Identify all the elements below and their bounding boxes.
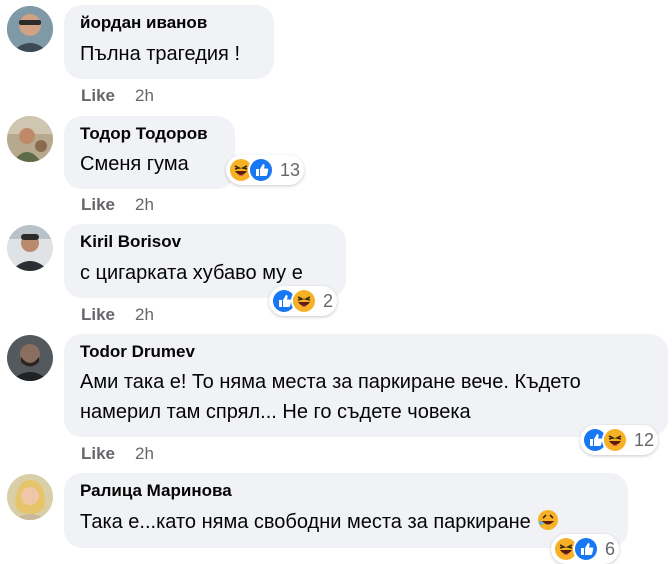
reaction-count: 6 (605, 538, 616, 559)
comment-text: с цигарката хубаво му е (80, 262, 303, 284)
reaction-count: 2 (323, 290, 334, 311)
comment-bubble: йордан иванов Пълна трагедия ! (64, 5, 274, 79)
comment-bubble: Ралица Маринова Така е...като няма свобо… (64, 473, 628, 548)
reactions-summary[interactable]: 13 (226, 155, 305, 185)
avatar[interactable] (7, 116, 53, 162)
comment-text-content: Така е...като няма свободни места за пар… (80, 511, 531, 533)
comment-bubble: Todor Drumev Ами така е! То няма места з… (64, 334, 668, 437)
comment-text: Сменя гума (80, 153, 189, 175)
comment-actions: Like 2h (81, 195, 154, 215)
comment-text: намерил там спрял... Не го съдете човека (80, 401, 471, 423)
reactions-summary[interactable]: 12 (580, 425, 659, 455)
haha-icon (602, 427, 628, 453)
reaction-count: 13 (280, 159, 301, 180)
avatar[interactable] (7, 474, 53, 520)
like-icon (573, 536, 599, 562)
like-button[interactable]: Like (81, 444, 115, 463)
comment-actions: Like 2h (81, 444, 154, 464)
reaction-count: 12 (634, 429, 655, 450)
comment-text: Така е...като няма свободни места за пар… (80, 507, 559, 537)
comment-text: Пълна трагедия ! (80, 43, 240, 65)
comment-author[interactable]: Тодор Тодоров (80, 124, 208, 144)
comment-actions: Like 2h (81, 86, 154, 106)
like-button[interactable]: Like (81, 305, 115, 324)
haha-icon (291, 288, 317, 314)
comment-author[interactable]: йордан иванов (80, 13, 207, 33)
comment-author[interactable]: Todor Drumev (80, 342, 195, 362)
reactions-summary[interactable]: 2 (269, 286, 338, 316)
rofl-emoji-icon (537, 510, 558, 530)
timestamp[interactable]: 2h (135, 195, 154, 214)
reactions-summary[interactable]: 6 (551, 534, 620, 564)
avatar[interactable] (7, 6, 53, 52)
comment-text: Ами така е! То няма места за паркиране в… (80, 371, 581, 393)
like-button[interactable]: Like (81, 195, 115, 214)
timestamp[interactable]: 2h (135, 86, 154, 105)
comment-actions: Like 2h (81, 305, 154, 325)
timestamp[interactable]: 2h (135, 444, 154, 463)
avatar[interactable] (7, 225, 53, 271)
like-icon (248, 157, 274, 183)
comment-author[interactable]: Ралица Маринова (80, 481, 232, 501)
avatar[interactable] (7, 335, 53, 381)
comment-bubble: Тодор Тодоров Сменя гума (64, 116, 235, 189)
timestamp[interactable]: 2h (135, 305, 154, 324)
like-button[interactable]: Like (81, 86, 115, 105)
comment-author[interactable]: Kiril Borisov (80, 232, 181, 252)
